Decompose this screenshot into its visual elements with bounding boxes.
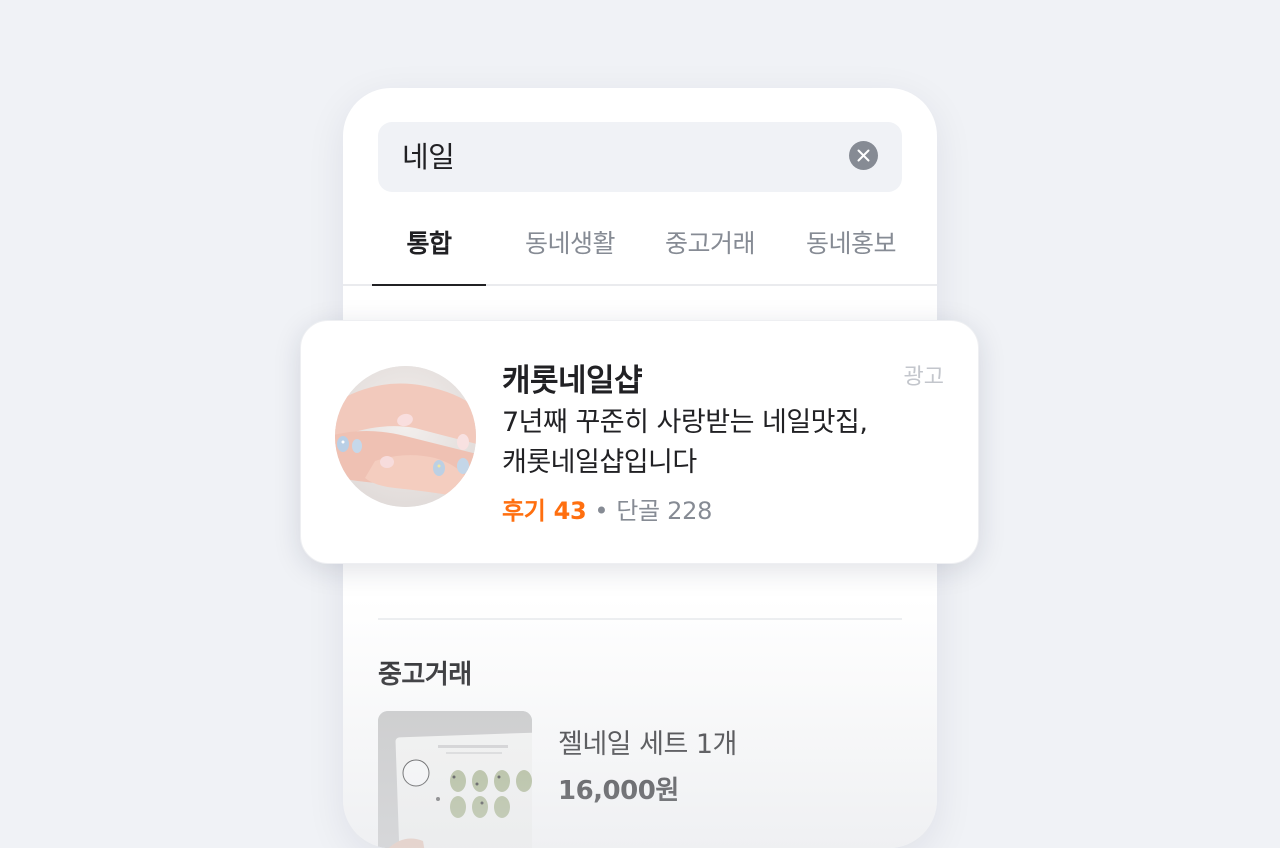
nail-set-image	[378, 711, 532, 848]
ad-card[interactable]: 캐롯네일샵 광고 7년째 꾸준히 사랑받는 네일맛집, 캐롯네일샵입니다 후기 …	[300, 320, 979, 564]
close-icon	[857, 149, 870, 162]
tab-community[interactable]: 동네생활	[513, 224, 627, 264]
separator-dot: •	[594, 497, 609, 525]
product-title[interactable]: 젤네일 세트 1개	[558, 722, 737, 761]
regulars-count: 단골 228	[616, 497, 713, 525]
shop-avatar	[335, 366, 476, 507]
search-bar[interactable]: 네일	[378, 122, 902, 192]
clear-search-button[interactable]	[849, 141, 878, 170]
search-tabs: 통합 동네생활 중고거래 동네홍보	[343, 210, 937, 286]
active-tab-indicator	[372, 284, 486, 286]
shop-stats: 후기 43 • 단골 228	[502, 493, 712, 529]
shop-description: 7년째 꾸준히 사랑받는 네일맛집, 캐롯네일샵입니다	[502, 403, 942, 483]
used-market-section-title: 중고거래	[378, 660, 472, 690]
section-divider	[378, 618, 902, 620]
ad-badge: 광고	[903, 365, 944, 390]
tab-used-market[interactable]: 중고거래	[653, 224, 767, 264]
shop-description-line2: 캐롯네일샵입니다	[502, 447, 697, 478]
search-input[interactable]: 네일	[402, 138, 455, 176]
product-price: 16,000원	[558, 776, 679, 806]
shop-name[interactable]: 캐롯네일샵	[502, 355, 643, 400]
tab-all[interactable]: 통합	[372, 224, 486, 264]
shop-description-line1: 7년째 꾸준히 사랑받는 네일맛집,	[502, 407, 868, 438]
product-thumbnail[interactable]	[378, 711, 532, 848]
tab-local-ads[interactable]: 동네홍보	[794, 224, 908, 264]
nail-hands-image	[335, 366, 476, 507]
review-count: 후기 43	[502, 497, 587, 525]
